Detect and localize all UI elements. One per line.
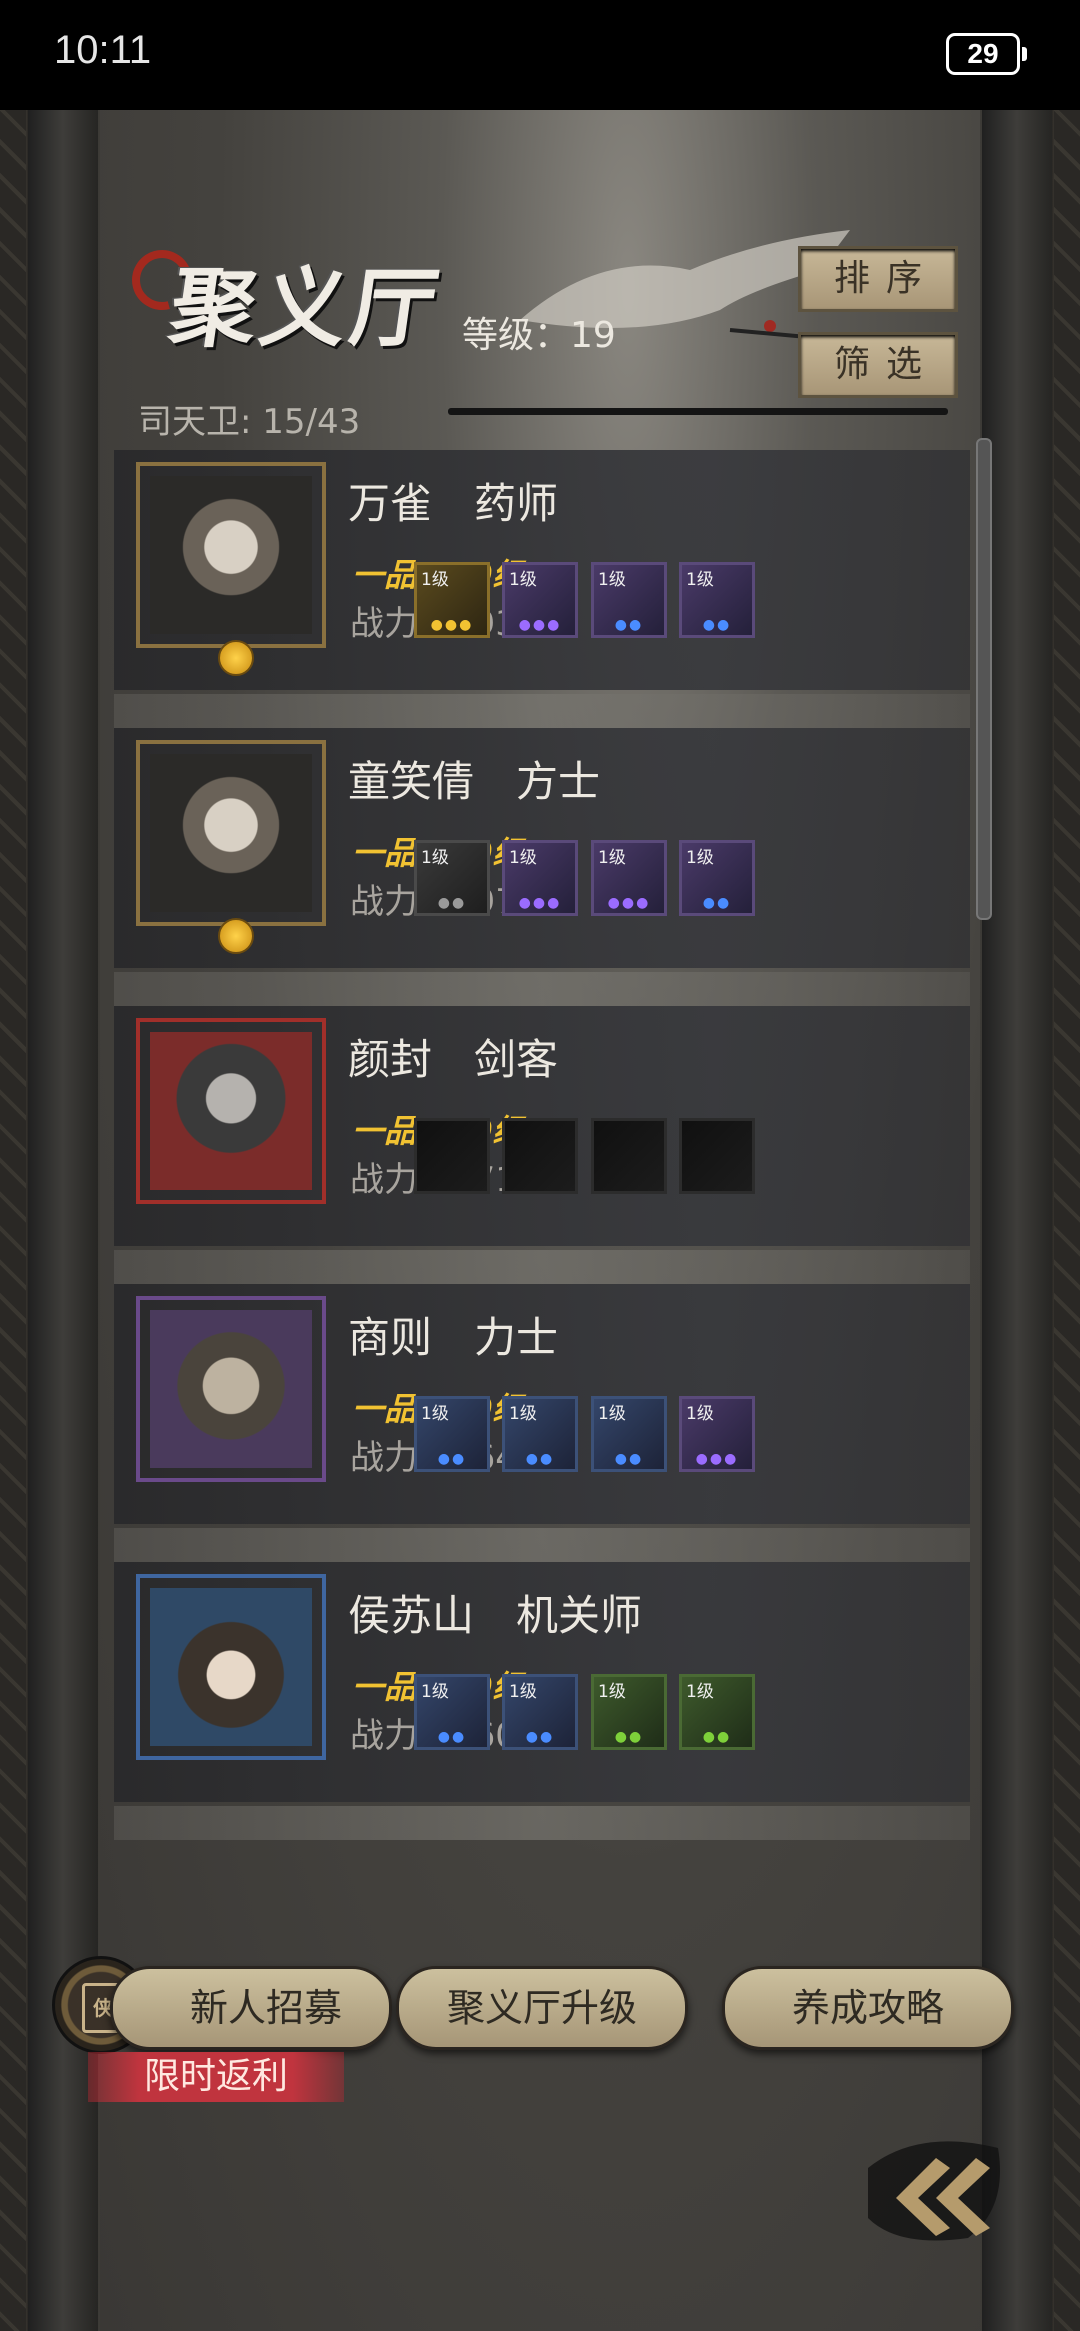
page-title: 聚义厅	[163, 258, 448, 359]
hero-portrait[interactable]	[136, 740, 326, 926]
gold-rank-icon	[218, 640, 254, 676]
equipment-slot[interactable]: 1级 ●●●	[414, 562, 490, 638]
equipment-level: 1级	[421, 570, 449, 590]
hero-portrait-image	[150, 1310, 312, 1468]
equipment-level: 1级	[686, 1682, 714, 1702]
hero-name: 商则 力士	[348, 1313, 559, 1362]
equipment-slot[interactable]: 1级 ●●	[414, 1396, 490, 1472]
status-bar: 10:11 29	[0, 0, 1080, 110]
equipment-level: 1级	[509, 570, 537, 590]
equipment-slot[interactable]: 1级 ●●	[414, 1674, 490, 1750]
filter-button[interactable]: 筛选	[798, 332, 958, 398]
equipment-star-dots: ●●	[437, 895, 467, 911]
limited-rebate-badge[interactable]: 限时返利	[88, 2052, 344, 2102]
equipment-star-dots: ●●●	[518, 617, 562, 633]
hero-portrait[interactable]	[136, 462, 326, 648]
equipment-level: 1级	[421, 1682, 449, 1702]
title-divider	[448, 408, 948, 415]
equipment-star-dots: ●●	[702, 617, 732, 633]
equipment-slot[interactable]: 1级 ●●	[414, 840, 490, 916]
hero-portrait[interactable]	[136, 1018, 326, 1204]
guard-count: 司天卫: 15/43	[138, 402, 361, 442]
equipment-slot[interactable]: 1级 ●●●	[679, 1396, 755, 1472]
equipment-slot[interactable]: 1级 ●●	[679, 1674, 755, 1750]
equipment-slot[interactable]: 1级 ●●●	[502, 562, 578, 638]
equipment-level: 1级	[509, 848, 537, 868]
list-scrollbar[interactable]	[976, 438, 992, 920]
hero-portrait-image	[150, 476, 312, 634]
equipment-level: 1级	[686, 848, 714, 868]
hero-card[interactable]: 商则 力士一品 30级战力：2641级●●1级●●1级●●1级●●●	[114, 1284, 970, 1562]
hero-name: 颜封 剑客	[348, 1035, 559, 1084]
empty-equipment-slot[interactable]	[591, 1118, 667, 1194]
equipment-slot[interactable]: 1级 ●●	[679, 840, 755, 916]
equipment-level: 1级	[421, 848, 449, 868]
equipment-slot[interactable]: 1级 ●●	[502, 1396, 578, 1472]
equipment-star-dots: ●●●	[607, 895, 651, 911]
hero-name: 侯苏山 机关师	[348, 1591, 643, 1640]
hero-portrait[interactable]	[136, 1574, 326, 1760]
equipment-slot[interactable]: 1级 ●●	[502, 1674, 578, 1750]
equipment-level: 1级	[686, 1404, 714, 1424]
equipment-slot[interactable]: 1级 ●●●	[591, 840, 667, 916]
equipment-star-dots: ●●	[437, 1729, 467, 1745]
equipment-level: 1级	[598, 1404, 626, 1424]
equipment-slot[interactable]: 1级 ●●●	[502, 840, 578, 916]
equipment-level: 1级	[509, 1404, 537, 1424]
equipment-level: 1级	[686, 570, 714, 590]
equipment-slot[interactable]: 1级 ●●	[591, 562, 667, 638]
back-arrows-icon[interactable]	[858, 2128, 1008, 2248]
growth-guide-button[interactable]: 养成攻略	[722, 1966, 1014, 2050]
hall-level: 等级：19	[462, 315, 616, 356]
equipment-star-dots: ●●	[525, 1451, 555, 1467]
equipment-star-dots: ●●●	[695, 1451, 739, 1467]
equipment-star-dots: ●●	[525, 1729, 555, 1745]
sort-button[interactable]: 排序	[798, 246, 958, 312]
clock: 10:11	[54, 28, 152, 72]
hero-portrait-image	[150, 1588, 312, 1746]
hero-portrait-image	[150, 1032, 312, 1190]
hero-card[interactable]: 颜封 剑客一品 30级战力：271	[114, 1006, 970, 1284]
equipment-level: 1级	[509, 1682, 537, 1702]
hero-name: 童笑倩 方士	[348, 757, 601, 806]
hero-portrait-image	[150, 754, 312, 912]
hero-name: 万雀 药师	[348, 479, 559, 528]
gold-rank-icon	[218, 918, 254, 954]
equipment-star-dots: ●●	[437, 1451, 467, 1467]
hero-portrait[interactable]	[136, 1296, 326, 1482]
hero-card[interactable]: 万雀 药师一品 30级战力：4931级●●●1级●●●1级●●1级●●	[114, 450, 970, 728]
hero-list[interactable]: 万雀 药师一品 30级战力：4931级●●●1级●●●1级●●1级●●童笑倩 方…	[114, 450, 970, 1840]
equipment-level: 1级	[598, 1682, 626, 1702]
equipment-star-dots: ●●●	[430, 617, 474, 633]
equipment-star-dots: ●●●	[518, 895, 562, 911]
empty-equipment-slot[interactable]	[502, 1118, 578, 1194]
equipment-level: 1级	[598, 848, 626, 868]
equipment-slot[interactable]: 1级 ●●	[591, 1674, 667, 1750]
equipment-star-dots: ●●	[702, 1729, 732, 1745]
right-border-pattern	[1054, 110, 1080, 2331]
equipment-slot[interactable]: 1级 ●●	[591, 1396, 667, 1472]
hero-card[interactable]: 侯苏山 机关师一品 30级战力：2601级●●1级●●1级●●1级●●	[114, 1562, 970, 1840]
equipment-level: 1级	[598, 570, 626, 590]
equipment-star-dots: ●●	[614, 617, 644, 633]
equipment-star-dots: ●●	[614, 1729, 644, 1745]
equipment-star-dots: ●●	[614, 1451, 644, 1467]
hero-card[interactable]: 童笑倩 方士一品 30级战力：3971级●●1级●●●1级●●●1级●●	[114, 728, 970, 1006]
equipment-star-dots: ●●	[702, 895, 732, 911]
empty-equipment-slot[interactable]	[414, 1118, 490, 1194]
left-border-pattern	[0, 110, 26, 2331]
recruit-button[interactable]: 新人招募	[110, 1966, 392, 2050]
empty-equipment-slot[interactable]	[679, 1118, 755, 1194]
battery-icon: 29	[946, 33, 1027, 75]
equipment-level: 1级	[421, 1404, 449, 1424]
hall-upgrade-button[interactable]: 聚义厅升级	[396, 1966, 688, 2050]
equipment-slot[interactable]: 1级 ●●	[679, 562, 755, 638]
